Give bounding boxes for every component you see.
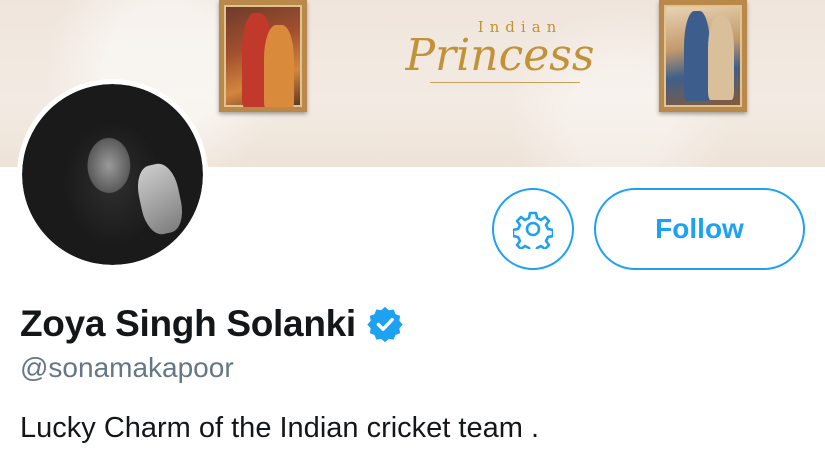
- banner-frame-right: [659, 0, 747, 112]
- gear-icon: [513, 211, 553, 249]
- verified-badge-icon: [367, 306, 403, 343]
- avatar-photo: [22, 84, 203, 265]
- settings-button[interactable]: [492, 188, 574, 270]
- banner-logo: Indian Princess: [385, 18, 615, 88]
- banner-frame-left: [219, 0, 307, 112]
- name-row: Zoya Singh Solanki: [20, 303, 404, 345]
- avatar[interactable]: [17, 79, 208, 270]
- banner-logo-rule: [430, 82, 580, 83]
- banner-logo-title: Princess: [405, 30, 595, 81]
- user-bio: Lucky Charm of the Indian cricket team .: [20, 412, 539, 444]
- avatar-hand: [133, 160, 187, 238]
- follow-button[interactable]: Follow: [594, 188, 805, 270]
- display-name: Zoya Singh Solanki: [20, 303, 356, 344]
- user-handle: @sonamakapoor: [20, 352, 234, 383]
